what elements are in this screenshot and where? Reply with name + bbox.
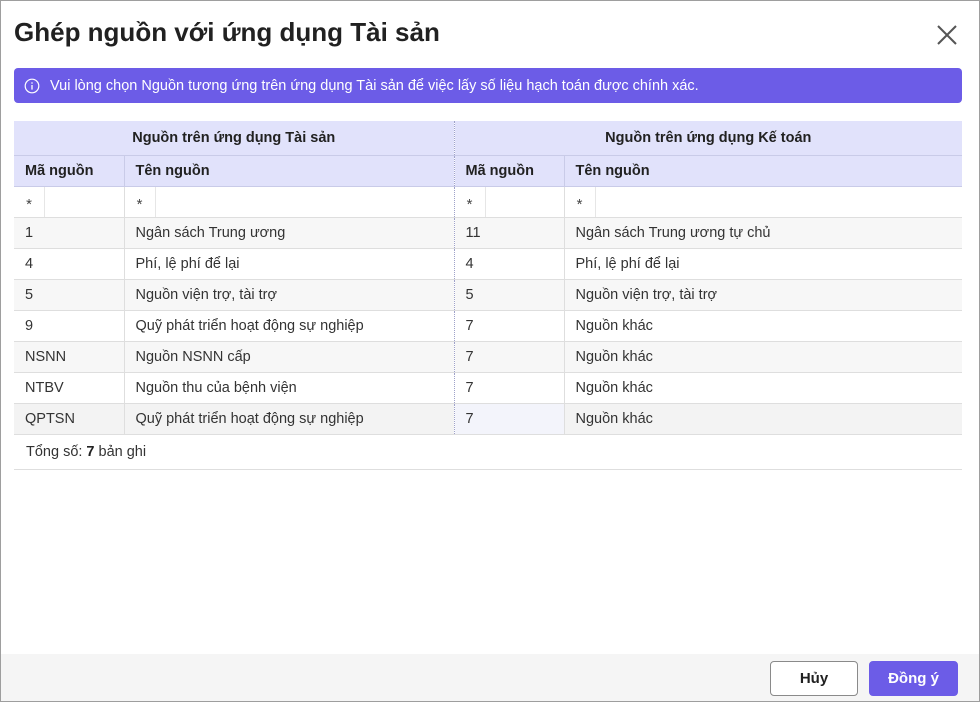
column-header-acc-code[interactable]: Mã nguồn (453, 155, 565, 187)
record-count-value: 7 (86, 443, 95, 460)
cell-asset-name: Nguồn NSNN cấp (123, 341, 455, 373)
table-row[interactable]: NSNN Nguồn NSNN cấp 7 Nguồn khác (14, 341, 963, 373)
table-group-header: Nguồn trên ứng dụng Tài sản Nguồn trên ứ… (14, 121, 963, 156)
filter-cell-acc-name: * (563, 186, 963, 218)
cell-acc-name: Nguồn khác (563, 403, 963, 435)
table-row[interactable]: 4 Phí, lệ phí để lại 4 Phí, lệ phí để lạ… (14, 248, 963, 280)
dialog-title: Ghép nguồn với ứng dụng Tài sản (14, 17, 440, 47)
source-mapping-table: Nguồn trên ứng dụng Tài sản Nguồn trên ứ… (14, 121, 963, 435)
cell-acc-name: Phí, lệ phí để lại (563, 248, 963, 280)
cell-asset-name: Phí, lệ phí để lại (123, 248, 455, 280)
info-icon (24, 78, 40, 93)
action-bar: Hủy Đồng ý (1, 654, 979, 701)
dialog: Ghép nguồn với ứng dụng Tài sản Vui lòng… (0, 0, 980, 702)
column-header-asset-name[interactable]: Tên nguồn (123, 155, 455, 187)
cell-acc-code[interactable]: 11 (453, 217, 565, 249)
cell-asset-code: NTBV (14, 372, 124, 404)
group-header-accounting: Nguồn trên ứng dụng Kế toán (454, 121, 963, 156)
filter-input-asset-code[interactable] (45, 186, 124, 216)
cancel-button[interactable]: Hủy (770, 661, 858, 696)
table-row[interactable]: NTBV Nguồn thu của bệnh viện 7 Nguồn khá… (14, 372, 963, 404)
group-header-asset: Nguồn trên ứng dụng Tài sản (14, 121, 455, 156)
cell-acc-name: Ngân sách Trung ương tự chủ (563, 217, 963, 249)
filter-input-acc-code[interactable] (485, 186, 564, 216)
cell-asset-code: QPTSN (14, 403, 124, 435)
cell-acc-name: Nguồn viện trợ, tài trợ (563, 279, 963, 311)
filter-row: * * * * (14, 186, 963, 218)
filter-cell-asset-name: * (123, 186, 455, 218)
cell-asset-name: Nguồn viện trợ, tài trợ (123, 279, 455, 311)
record-count-prefix: Tổng số: (26, 443, 83, 460)
filter-cell-asset-code: * (14, 186, 124, 218)
info-banner: Vui lòng chọn Nguồn tương ứng trên ứng d… (14, 68, 962, 103)
table-row[interactable]: 1 Ngân sách Trung ương 11 Ngân sách Trun… (14, 217, 963, 249)
cell-asset-code: 4 (14, 248, 124, 280)
filter-input-acc-name[interactable] (595, 186, 963, 216)
filter-operator-button[interactable]: * (455, 186, 486, 216)
cell-asset-code: 9 (14, 310, 124, 342)
cell-asset-code: NSNN (14, 341, 124, 373)
filter-operator-button[interactable]: * (565, 186, 596, 216)
cell-acc-code[interactable]: 4 (453, 248, 565, 280)
close-button[interactable] (933, 21, 961, 49)
filter-input-asset-name[interactable] (155, 186, 454, 216)
table-body: * * * * 1 Ngân sách Trung ương 11 Ngân s… (14, 186, 963, 435)
cell-acc-name: Nguồn khác (563, 341, 963, 373)
info-banner-text: Vui lòng chọn Nguồn tương ứng trên ứng d… (50, 77, 699, 94)
filter-operator-button[interactable]: * (14, 186, 45, 216)
confirm-button[interactable]: Đồng ý (869, 661, 958, 696)
table-row[interactable]: 9 Quỹ phát triển hoạt động sự nghiệp 7 N… (14, 310, 963, 342)
record-count: Tổng số: 7 bản ghi (14, 434, 962, 470)
record-count-suffix: bản ghi (98, 443, 147, 460)
filter-operator-button[interactable]: * (125, 186, 156, 216)
cell-asset-name: Quỹ phát triển hoạt động sự nghiệp (123, 403, 455, 435)
cell-asset-name: Nguồn thu của bệnh viện (123, 372, 455, 404)
close-icon (937, 25, 957, 45)
column-header-acc-name[interactable]: Tên nguồn (563, 155, 963, 187)
cell-acc-code[interactable]: 7 (453, 372, 565, 404)
cell-acc-name: Nguồn khác (563, 310, 963, 342)
column-header-asset-code[interactable]: Mã nguồn (14, 155, 124, 187)
cell-asset-name: Ngân sách Trung ương (123, 217, 455, 249)
cell-acc-code[interactable]: 7 (453, 310, 565, 342)
cell-acc-code[interactable]: 7 (453, 341, 565, 373)
table-row[interactable]: QPTSN Quỹ phát triển hoạt động sự nghiệp… (14, 403, 963, 435)
table-row[interactable]: 5 Nguồn viện trợ, tài trợ 5 Nguồn viện t… (14, 279, 963, 311)
cell-asset-code: 5 (14, 279, 124, 311)
cell-acc-code[interactable]: 7 (453, 403, 565, 435)
cell-asset-name: Quỹ phát triển hoạt động sự nghiệp (123, 310, 455, 342)
cell-acc-code[interactable]: 5 (453, 279, 565, 311)
cell-asset-code: 1 (14, 217, 124, 249)
table-column-header: Mã nguồn Tên nguồn Mã nguồn Tên nguồn (14, 155, 963, 187)
filter-cell-acc-code: * (453, 186, 565, 218)
cell-acc-name: Nguồn khác (563, 372, 963, 404)
